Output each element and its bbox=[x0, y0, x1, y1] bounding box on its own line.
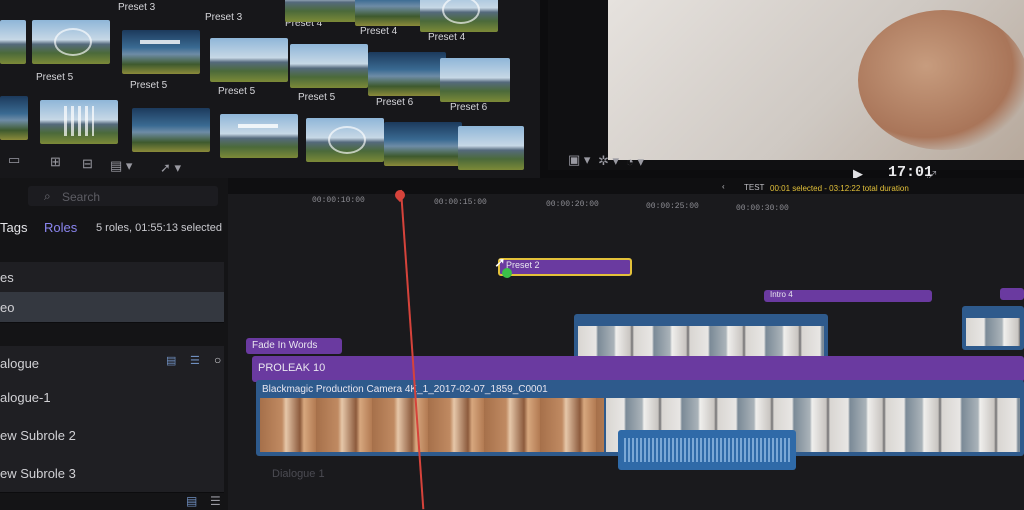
viewer-toolbar: ▣ ▾ ✲ ▾ ◔ ▾ ▶ 17:01 ⤢ bbox=[548, 150, 1024, 183]
lane-icon[interactable]: ▤ bbox=[186, 494, 197, 508]
preset-thumbnail[interactable] bbox=[122, 30, 200, 74]
preset-thumbnail[interactable] bbox=[0, 96, 28, 140]
preset-label: Preset 4 bbox=[360, 26, 398, 37]
preset-label: Preset 4 bbox=[428, 32, 466, 43]
title-clip[interactable]: Intro 4 bbox=[764, 290, 932, 302]
tab-tags[interactable]: Tags bbox=[0, 220, 27, 235]
role-row[interactable]: es bbox=[0, 262, 224, 293]
lane-label: Dialogue 1 bbox=[272, 468, 325, 480]
clip-label: Intro 4 bbox=[770, 290, 793, 299]
insert-icon[interactable]: ⊟ bbox=[82, 156, 93, 172]
lane-icon[interactable]: ▤ bbox=[166, 354, 176, 367]
effect-clip[interactable]: PROLEAK 10 bbox=[252, 356, 1024, 382]
project-name: TEST bbox=[744, 183, 765, 192]
viewer bbox=[548, 0, 1024, 170]
title-clip[interactable]: Fade In Words bbox=[246, 338, 342, 354]
search-field[interactable] bbox=[28, 186, 218, 206]
speed-icon[interactable]: ◔ ▾ bbox=[626, 154, 644, 170]
preset-thumbnail[interactable] bbox=[40, 100, 118, 144]
roles-summary: 5 roles, 01:55:13 selected bbox=[96, 222, 222, 234]
search-icon: ⌕ bbox=[44, 189, 51, 203]
preset-thumbnail[interactable] bbox=[32, 20, 110, 64]
monitor-icon[interactable]: ▭ bbox=[8, 152, 20, 168]
crop-icon[interactable]: ▣ ▾ bbox=[568, 152, 590, 168]
clip-label: Preset 2 bbox=[506, 260, 540, 270]
audio-clip[interactable] bbox=[618, 430, 796, 470]
append-icon[interactable]: ▤ ▾ bbox=[110, 158, 132, 174]
clip-label: Fade In Words bbox=[252, 340, 318, 351]
preset-thumbnail[interactable] bbox=[368, 52, 446, 96]
preset-thumbnail[interactable] bbox=[132, 108, 210, 152]
selection-duration: 00:01 selected - 03:12:22 total duration bbox=[770, 184, 909, 193]
clip-label: PROLEAK 10 bbox=[258, 362, 326, 374]
role-label: alogue-1 bbox=[0, 390, 51, 405]
ruler-tick: 00:00:25:00 bbox=[646, 202, 699, 211]
timeline-index: ⌕ Search Tags Roles 5 roles, 01:55:13 se… bbox=[0, 178, 244, 510]
connect-icon[interactable]: ⊞ bbox=[50, 154, 61, 170]
browser-toolbar: ▭ ⊞ ⊟ ▤ ▾ ➚ ▾ bbox=[0, 148, 540, 176]
search-input[interactable]: Search bbox=[62, 190, 100, 204]
preset-thumbnail[interactable] bbox=[290, 44, 368, 88]
role-row[interactable]: ew Subrole 3 bbox=[0, 454, 224, 493]
preset-label: Preset 5 bbox=[218, 86, 256, 97]
clip-label: Blackmagic Production Camera 4K_1_2017-0… bbox=[262, 384, 548, 395]
list-icon[interactable]: ☰ bbox=[210, 494, 221, 508]
role-label: ew Subrole 3 bbox=[0, 466, 76, 481]
preset-thumbnail[interactable] bbox=[210, 38, 288, 82]
ruler-tick: 00:00:20:00 bbox=[546, 200, 599, 209]
role-row[interactable]: ew Subrole 2 bbox=[0, 416, 224, 455]
viewer-frame bbox=[608, 0, 1024, 160]
preset-label: Preset 3 bbox=[205, 12, 243, 23]
role-row[interactable]: eo bbox=[0, 292, 224, 323]
preset-label: Preset 6 bbox=[376, 97, 414, 108]
preset-thumbnail[interactable] bbox=[420, 0, 498, 32]
preset-thumbnail[interactable] bbox=[440, 58, 510, 102]
effects-icon[interactable]: ✲ ▾ bbox=[598, 153, 619, 169]
list-icon[interactable]: ☰ bbox=[190, 354, 200, 367]
preset-label: Preset 5 bbox=[298, 92, 336, 103]
role-label: ew Subrole 2 bbox=[0, 428, 76, 443]
preset-label: Preset 5 bbox=[36, 72, 74, 83]
ruler-tick: 00:00:15:00 bbox=[434, 198, 487, 207]
role-label: eo bbox=[0, 300, 15, 315]
role-label: es bbox=[0, 270, 14, 285]
ruler-tick: 00:00:30:00 bbox=[736, 204, 789, 213]
role-row[interactable]: alogue-1 bbox=[0, 380, 224, 417]
preset-label: Preset 5 bbox=[130, 80, 168, 91]
hand-image bbox=[858, 10, 1024, 150]
connected-video-clip[interactable] bbox=[962, 306, 1024, 350]
timeline-ruler[interactable]: 00:00:10:00 00:00:15:00 00:00:20:00 00:0… bbox=[228, 194, 1024, 213]
ruler-tick: 00:00:10:00 bbox=[312, 196, 365, 205]
select-tool-icon[interactable]: ➚ ▾ bbox=[160, 160, 181, 176]
preset-label: Preset 3 bbox=[118, 2, 156, 13]
timeline-header: ‹ TEST 00:01 selected - 03:12:22 total d… bbox=[228, 178, 1024, 194]
title-clip-selected[interactable]: Preset 2 bbox=[498, 258, 632, 276]
role-row[interactable]: alogue ▤ ☰ ○ bbox=[0, 346, 224, 381]
toggle-circle-icon[interactable]: ○ bbox=[214, 353, 221, 367]
preset-label: Preset 6 bbox=[450, 102, 488, 113]
role-label: alogue bbox=[0, 356, 40, 371]
connect-badge bbox=[502, 268, 512, 278]
preset-thumbnail[interactable] bbox=[285, 0, 363, 22]
title-clip[interactable] bbox=[1000, 288, 1024, 300]
tab-roles[interactable]: Roles bbox=[44, 220, 77, 235]
preset-thumbnail[interactable] bbox=[0, 20, 26, 64]
back-icon[interactable]: ‹ bbox=[722, 182, 725, 191]
